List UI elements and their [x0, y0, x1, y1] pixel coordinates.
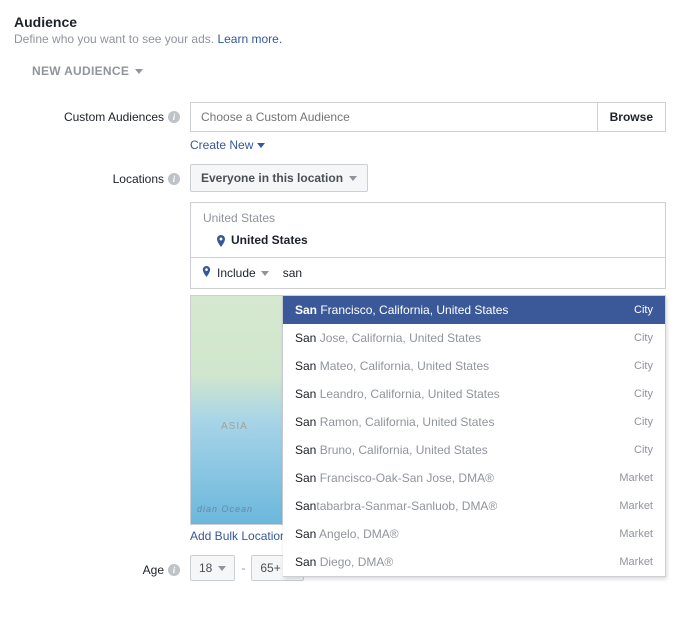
map-ocean-label: dian Ocean	[197, 504, 253, 514]
suggestion-name: San Ramon, California, United States	[295, 415, 494, 429]
location-dropdown: San Francisco, California, United States…	[283, 295, 666, 577]
location-suggestion[interactable]: San Leandro, California, United States Ci…	[283, 380, 665, 408]
suggestion-type: City	[634, 304, 653, 316]
suggestion-type: City	[634, 444, 653, 456]
location-suggestion[interactable]: San Bruno, California, United States City	[283, 436, 665, 464]
include-toggle[interactable]: Include	[191, 258, 279, 288]
age-min-value: 18	[199, 561, 212, 575]
suggestion-type: City	[634, 360, 653, 372]
suggestion-type: Market	[619, 528, 653, 540]
location-scope-value: Everyone in this location	[201, 171, 343, 185]
map-dropdown-wrap: ASIA dian Ocean San Francisco, Californi…	[190, 295, 666, 525]
age-min-select[interactable]: 18	[190, 555, 235, 581]
locations-box: United States United States Include	[190, 202, 666, 289]
location-suggestion[interactable]: San Ramon, California, United States City	[283, 408, 665, 436]
age-label: Age	[143, 563, 164, 577]
map-region-label: ASIA	[221, 421, 248, 432]
locations-label: Locations	[113, 172, 164, 186]
location-suggestion[interactable]: San Angelo, DMA® Market	[283, 520, 665, 548]
location-scope-select[interactable]: Everyone in this location	[190, 164, 368, 192]
location-search-input[interactable]	[279, 258, 665, 288]
suggestion-type: City	[634, 416, 653, 428]
subtitle-text: Define who you want to see your ads.	[14, 32, 217, 46]
caret-down-icon	[257, 143, 265, 148]
location-suggestion[interactable]: San Jose, California, United States City	[283, 324, 665, 352]
info-icon[interactable]: i	[168, 173, 180, 185]
suggestion-type: Market	[619, 556, 653, 568]
location-suggestion[interactable]: Santabarbra-Sanmar-Sanluob, DMA® Market	[283, 492, 665, 520]
age-max-value: 65+	[260, 561, 280, 575]
location-suggestion[interactable]: San Francisco-Oak-San Jose, DMA® Market	[283, 464, 665, 492]
suggestion-name: San Bruno, California, United States	[295, 443, 488, 457]
map-preview[interactable]: ASIA dian Ocean	[190, 295, 283, 525]
custom-audience-input[interactable]	[191, 103, 597, 131]
suggestion-name: San Francisco, California, United States	[295, 303, 508, 317]
caret-down-icon	[135, 69, 143, 74]
location-country-header: United States	[191, 203, 665, 229]
section-title: Audience	[14, 14, 680, 30]
suggestion-name: San Diego, DMA®	[295, 555, 393, 569]
suggestion-type: Market	[619, 472, 653, 484]
info-icon[interactable]: i	[168, 564, 180, 576]
suggestion-name: Santabarbra-Sanmar-Sanluob, DMA®	[295, 499, 497, 513]
browse-button[interactable]: Browse	[597, 103, 665, 131]
suggestion-name: San Francisco-Oak-San Jose, DMA®	[295, 471, 494, 485]
location-suggestion[interactable]: San Mateo, California, United States City	[283, 352, 665, 380]
selected-location-name: United States	[231, 233, 308, 247]
create-new-link[interactable]: Create New	[190, 138, 265, 152]
suggestion-name: San Angelo, DMA®	[295, 527, 399, 541]
add-bulk-locations-link[interactable]: Add Bulk Location	[190, 529, 287, 543]
include-label: Include	[217, 266, 256, 280]
section-subtitle: Define who you want to see your ads. Lea…	[14, 32, 680, 46]
suggestion-name: San Jose, California, United States	[295, 331, 481, 345]
suggestion-name: San Leandro, California, United States	[295, 387, 500, 401]
location-suggestion[interactable]: San Diego, DMA® Market	[283, 548, 665, 576]
suggestion-type: Market	[619, 500, 653, 512]
location-suggestion[interactable]: San Francisco, California, United States…	[283, 296, 665, 324]
caret-down-icon	[261, 271, 269, 276]
custom-audiences-label: Custom Audiences	[64, 110, 164, 124]
pin-icon	[201, 266, 212, 280]
info-icon[interactable]: i	[168, 111, 180, 123]
pin-icon	[215, 235, 225, 245]
learn-more-link[interactable]: Learn more.	[217, 32, 282, 46]
create-new-label: Create New	[190, 138, 253, 152]
suggestion-type: City	[634, 388, 653, 400]
tab-label: NEW AUDIENCE	[32, 64, 129, 78]
caret-down-icon	[218, 566, 226, 571]
suggestion-name: San Mateo, California, United States	[295, 359, 489, 373]
caret-down-icon	[349, 176, 357, 181]
suggestion-type: City	[634, 332, 653, 344]
new-audience-tab[interactable]: NEW AUDIENCE	[32, 64, 143, 78]
selected-location[interactable]: United States	[191, 229, 665, 257]
age-dash: -	[241, 561, 245, 575]
